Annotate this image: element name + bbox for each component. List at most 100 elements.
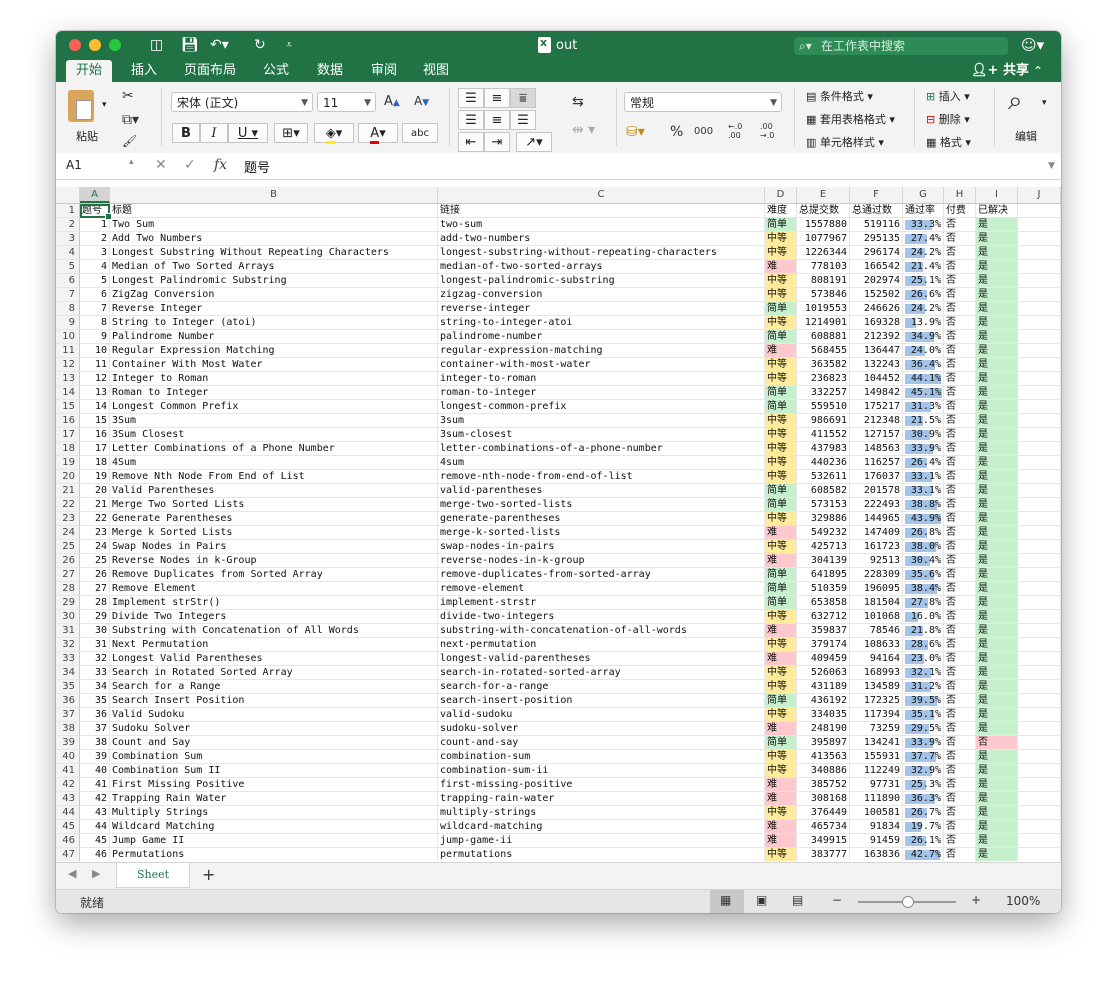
cell-acceptance-rate[interactable]: 19.7% bbox=[903, 820, 944, 834]
cell-accepted[interactable]: 117394 bbox=[850, 708, 903, 722]
cell-paid[interactable]: 否 bbox=[944, 414, 976, 428]
cell-submissions[interactable]: 1019553 bbox=[797, 302, 850, 316]
insert-cells-button[interactable]: ⊞ 插入 ▾ bbox=[926, 88, 970, 104]
cell-title[interactable]: Remove Duplicates from Sorted Array bbox=[110, 568, 438, 582]
cell-id[interactable]: 44 bbox=[80, 820, 110, 834]
cell-acceptance-rate[interactable]: 16.0% bbox=[903, 610, 944, 624]
cell-paid[interactable]: 否 bbox=[944, 834, 976, 848]
cell-id[interactable]: 9 bbox=[80, 330, 110, 344]
cell-acceptance-rate[interactable]: 24.0% bbox=[903, 344, 944, 358]
cell-accepted[interactable]: 127157 bbox=[850, 428, 903, 442]
search-sheet-input[interactable]: ⌕▾ 在工作表中搜索 bbox=[794, 37, 1008, 55]
minimize-window-button[interactable] bbox=[89, 39, 101, 51]
align-center-button[interactable]: ≡ bbox=[484, 110, 510, 130]
cell-solved[interactable]: 是 bbox=[976, 778, 1018, 792]
cell-slug[interactable]: combination-sum-ii bbox=[438, 764, 765, 778]
column-header-d[interactable]: D bbox=[765, 187, 797, 203]
cell-acceptance-rate[interactable]: 24.2% bbox=[903, 246, 944, 260]
cell-slug[interactable]: valid-sudoku bbox=[438, 708, 765, 722]
row-number[interactable]: 17 bbox=[56, 428, 80, 442]
cell-id[interactable]: 35 bbox=[80, 694, 110, 708]
cell-solved[interactable]: 是 bbox=[976, 428, 1018, 442]
cell-submissions[interactable]: 568455 bbox=[797, 344, 850, 358]
fill-color-button[interactable]: ◈▾ bbox=[314, 123, 354, 144]
cell-difficulty[interactable]: 中等 bbox=[765, 274, 797, 288]
cell-id[interactable]: 34 bbox=[80, 680, 110, 694]
row-number[interactable]: 12 bbox=[56, 358, 80, 372]
cell-j1[interactable] bbox=[1018, 204, 1061, 218]
cell-accepted[interactable]: 169328 bbox=[850, 316, 903, 330]
cell-accepted[interactable]: 222493 bbox=[850, 498, 903, 512]
cell-slug[interactable]: two-sum bbox=[438, 218, 765, 232]
cell-solved[interactable]: 否 bbox=[976, 736, 1018, 750]
cell-acceptance-rate[interactable]: 27.8% bbox=[903, 596, 944, 610]
cell-solved[interactable]: 是 bbox=[976, 288, 1018, 302]
cell-slug[interactable]: container-with-most-water bbox=[438, 358, 765, 372]
cell-empty[interactable] bbox=[1018, 778, 1061, 792]
cell-id[interactable]: 6 bbox=[80, 288, 110, 302]
cell-title[interactable]: 3Sum Closest bbox=[110, 428, 438, 442]
cell-accepted[interactable]: 181504 bbox=[850, 596, 903, 610]
cell-acceptance-rate[interactable]: 33.1% bbox=[903, 484, 944, 498]
cell-id[interactable]: 46 bbox=[80, 848, 110, 861]
cell-difficulty[interactable]: 中等 bbox=[765, 288, 797, 302]
cell-acceptance-rate[interactable]: 36.4% bbox=[903, 358, 944, 372]
cell-slug[interactable]: wildcard-matching bbox=[438, 820, 765, 834]
underline-button[interactable]: U ▾ bbox=[228, 123, 268, 143]
paste-dropdown-icon[interactable]: ▾ bbox=[102, 100, 107, 110]
cell-solved[interactable]: 是 bbox=[976, 414, 1018, 428]
cell-difficulty[interactable]: 简单 bbox=[765, 484, 797, 498]
cell-id[interactable]: 22 bbox=[80, 512, 110, 526]
cell-accepted[interactable]: 161723 bbox=[850, 540, 903, 554]
cell-title[interactable]: Substring with Concatenation of All Word… bbox=[110, 624, 438, 638]
cell-solved[interactable]: 是 bbox=[976, 610, 1018, 624]
cell-slug[interactable]: first-missing-positive bbox=[438, 778, 765, 792]
cell-acceptance-rate[interactable]: 31.3% bbox=[903, 400, 944, 414]
cell-difficulty[interactable]: 难 bbox=[765, 344, 797, 358]
cell-slug[interactable]: swap-nodes-in-pairs bbox=[438, 540, 765, 554]
cell-empty[interactable] bbox=[1018, 218, 1061, 232]
cell-paid[interactable]: 否 bbox=[944, 694, 976, 708]
cell-difficulty[interactable]: 中等 bbox=[765, 232, 797, 246]
cell-paid[interactable]: 否 bbox=[944, 316, 976, 330]
cell-submissions[interactable]: 440236 bbox=[797, 456, 850, 470]
cell-empty[interactable] bbox=[1018, 470, 1061, 484]
cell-slug[interactable]: zigzag-conversion bbox=[438, 288, 765, 302]
cell-submissions[interactable]: 532611 bbox=[797, 470, 850, 484]
cell-empty[interactable] bbox=[1018, 666, 1061, 680]
copy-icon[interactable]: ⧉▾ bbox=[122, 112, 139, 128]
cell-empty[interactable] bbox=[1018, 554, 1061, 568]
row-number[interactable]: 39 bbox=[56, 736, 80, 750]
cell-submissions[interactable]: 1557880 bbox=[797, 218, 850, 232]
cell-paid[interactable]: 否 bbox=[944, 750, 976, 764]
cell-acceptance-rate[interactable]: 28.6% bbox=[903, 638, 944, 652]
cell-solved[interactable]: 是 bbox=[976, 708, 1018, 722]
cell-slug[interactable]: merge-two-sorted-lists bbox=[438, 498, 765, 512]
align-right-button[interactable]: ☰ bbox=[510, 110, 536, 130]
cell-difficulty[interactable]: 简单 bbox=[765, 596, 797, 610]
row-number[interactable]: 25 bbox=[56, 540, 80, 554]
cell-difficulty[interactable]: 难 bbox=[765, 554, 797, 568]
cell-slug[interactable]: remove-nth-node-from-end-of-list bbox=[438, 470, 765, 484]
cell-id[interactable]: 26 bbox=[80, 568, 110, 582]
cell-title[interactable]: Count and Say bbox=[110, 736, 438, 750]
cell-title[interactable]: Integer to Roman bbox=[110, 372, 438, 386]
cell-acceptance-rate[interactable]: 35.6% bbox=[903, 568, 944, 582]
tab-page-layout[interactable]: 页面布局 bbox=[178, 60, 242, 82]
cell-submissions[interactable]: 359837 bbox=[797, 624, 850, 638]
redo-icon[interactable]: ↻ bbox=[254, 37, 266, 53]
cell-e1[interactable]: 总提交数 bbox=[797, 204, 850, 218]
cell-difficulty[interactable]: 简单 bbox=[765, 582, 797, 596]
cell-solved[interactable]: 是 bbox=[976, 848, 1018, 861]
row-number[interactable]: 43 bbox=[56, 792, 80, 806]
cell-acceptance-rate[interactable]: 23.0% bbox=[903, 652, 944, 666]
cell-id[interactable]: 2 bbox=[80, 232, 110, 246]
cell-slug[interactable]: permutations bbox=[438, 848, 765, 861]
tab-formulas[interactable]: 公式 bbox=[254, 60, 298, 82]
row-number[interactable]: 8 bbox=[56, 302, 80, 316]
cell-id[interactable]: 39 bbox=[80, 750, 110, 764]
cell-slug[interactable]: regular-expression-matching bbox=[438, 344, 765, 358]
cell-empty[interactable] bbox=[1018, 232, 1061, 246]
cell-solved[interactable]: 是 bbox=[976, 568, 1018, 582]
orientation-button[interactable]: ↗▾ bbox=[516, 132, 552, 152]
